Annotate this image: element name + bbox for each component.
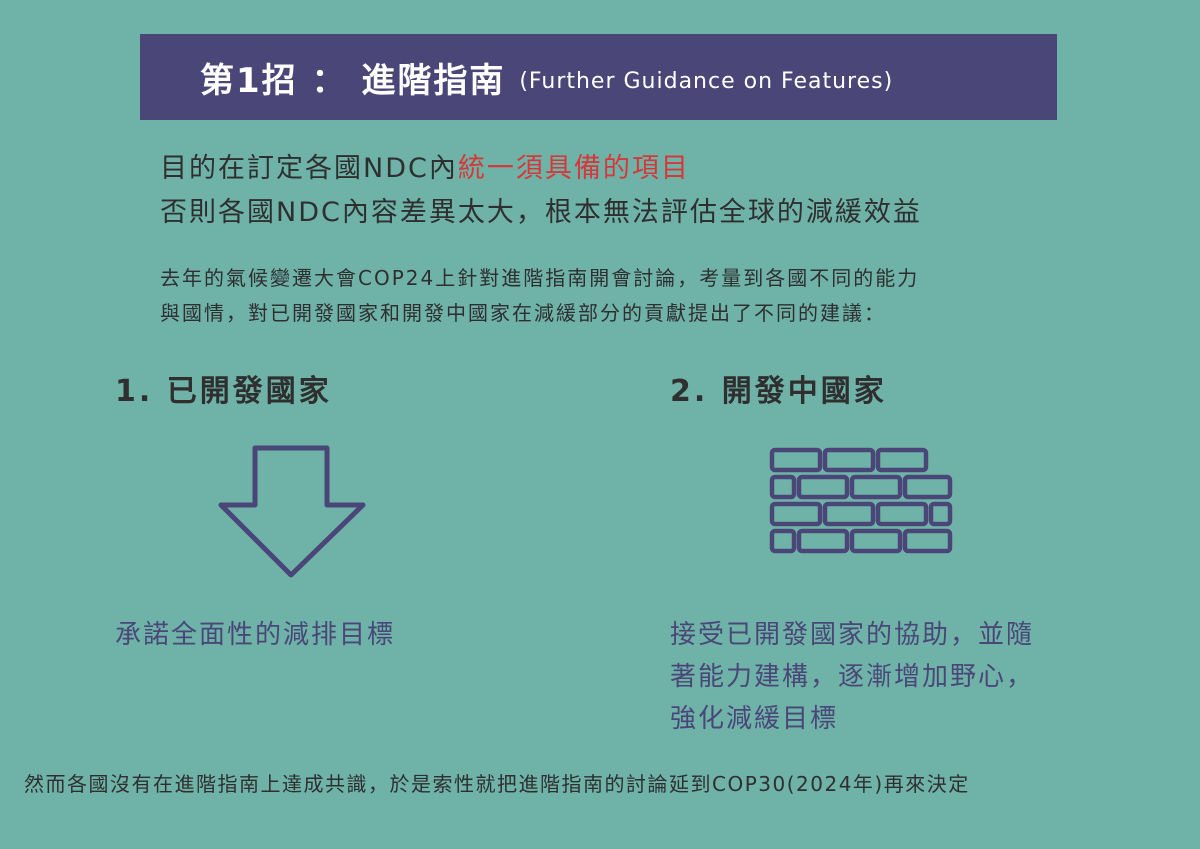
intro-line-1-prefix: 目的在訂定各國NDC內 — [160, 153, 458, 184]
intro-highlight: 統一須具備的項目 — [457, 153, 690, 184]
page-subtitle: (Further Guidance on Features) — [519, 68, 894, 94]
developing-description-line-3: 強化減緩目標 — [670, 704, 839, 734]
down-arrow-icon — [218, 445, 366, 578]
developing-description-line-2: 著能力建構，逐漸增加野心， — [670, 662, 1035, 692]
developed-description: 承諾全面性的減排目標 — [115, 620, 396, 650]
intro-line-1: 目的在訂定各國NDC內統一須具備的項目 — [160, 146, 690, 185]
page-title: 第1招 ： 進階指南 — [200, 60, 506, 101]
intro-line-2: 否則各國NDC內容差異太大，根本無法評估全球的減緩效益 — [160, 197, 922, 228]
developed-heading: 1. 已開發國家 — [115, 374, 332, 409]
developing-description-line-1: 接受已開發國家的協助，並隨 — [670, 620, 1035, 650]
title-banner: 第1招 ： 進階指南 (Further Guidance on Features… — [140, 34, 1057, 120]
developing-heading: 2. 開發中國家 — [670, 374, 887, 409]
brick-wall-icon — [769, 447, 953, 554]
footer-note: 然而各國沒有在進階指南上達成共識，於是索性就把進階指南的討論延到COP30(20… — [24, 772, 970, 796]
body-line-2: 與國情，對已開發國家和開發中國家在減緩部分的貢獻提出了不同的建議： — [160, 301, 886, 325]
body-line-1: 去年的氣候變遷大會COP24上針對進階指南開會討論，考量到各國不同的能力 — [160, 266, 920, 290]
